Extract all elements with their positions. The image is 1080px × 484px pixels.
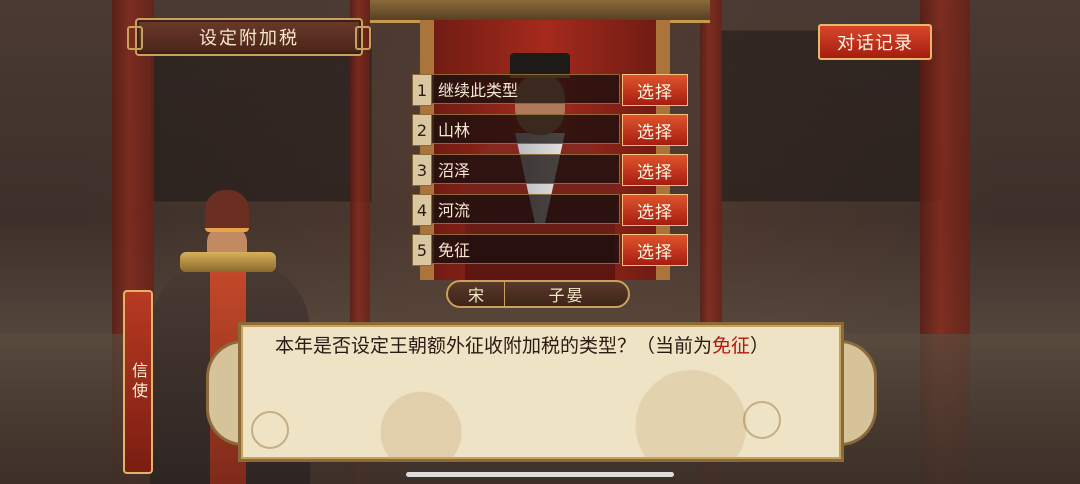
messenger-role-tag: 信使 xyxy=(123,290,153,474)
option-row-swamp: 3 沼泽 选择 xyxy=(412,154,688,186)
cloud-ornament xyxy=(251,411,289,449)
messenger-scroll xyxy=(180,252,276,272)
page-title: 设定附加税 xyxy=(127,18,371,56)
speaker-surname: 宋 xyxy=(448,282,505,306)
option-number: 2 xyxy=(412,114,432,146)
option-number: 5 xyxy=(412,234,432,266)
option-row-river: 4 河流 选择 xyxy=(412,194,688,226)
option-label: 免征 xyxy=(432,234,620,264)
dialog-box[interactable]: 本年是否设定王朝额外征收附加税的类型？（当前为免征） xyxy=(238,322,844,462)
speaker-given-name: 子晏 xyxy=(548,286,585,305)
option-number: 1 xyxy=(412,74,432,106)
option-label: 沼泽 xyxy=(432,154,620,184)
choose-button-exempt[interactable]: 选择 xyxy=(622,234,688,266)
choose-button-swamp[interactable]: 选择 xyxy=(622,154,688,186)
option-number: 3 xyxy=(412,154,432,186)
option-row-forest: 2 山林 选择 xyxy=(412,114,688,146)
option-label: 继续此类型 xyxy=(432,74,620,104)
dialog-text-main: 本年是否设定王朝额外征收附加税的类型？（当前为 xyxy=(275,335,713,357)
option-row-continue: 1 继续此类型 选择 xyxy=(412,74,688,106)
messenger-role-label: 信使 xyxy=(129,362,148,402)
dialog-text: 本年是否设定王朝额外征收附加税的类型？（当前为免征） xyxy=(275,333,815,359)
choose-button-river[interactable]: 选择 xyxy=(622,194,688,226)
cloud-ornament xyxy=(743,401,781,439)
tax-option-list: 1 继续此类型 选择 2 山林 选择 3 沼泽 选择 4 河流 选择 5 免征 … xyxy=(412,74,688,274)
messenger-hat xyxy=(205,190,249,232)
choose-button-forest[interactable]: 选择 xyxy=(622,114,688,146)
option-label: 河流 xyxy=(432,194,620,224)
dialog-text-end: ） xyxy=(750,335,770,357)
dialog-log-button[interactable]: 对话记录 xyxy=(818,24,932,60)
option-number: 4 xyxy=(412,194,432,226)
option-label: 山林 xyxy=(432,114,620,144)
dialog-highlight: 免征 xyxy=(712,335,751,357)
home-indicator[interactable] xyxy=(406,472,674,477)
option-row-exempt: 5 免征 选择 xyxy=(412,234,688,266)
choose-button-continue[interactable]: 选择 xyxy=(622,74,688,106)
speaker-nameplate: 宋 子晏 xyxy=(446,280,630,308)
